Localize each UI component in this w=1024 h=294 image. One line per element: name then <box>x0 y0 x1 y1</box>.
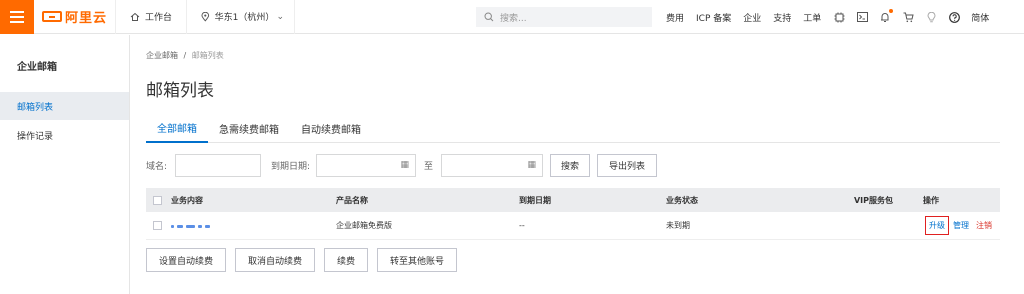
tab-auto-renewal[interactable]: 自动续费邮箱 <box>290 113 372 143</box>
header-business: 业务内容 <box>171 195 203 205</box>
business-content-redacted <box>171 221 336 230</box>
cell-product: 企业邮箱免费版 <box>336 221 392 230</box>
logo-text: 阿里云 <box>65 11 108 26</box>
breadcrumb-separator: / <box>183 51 187 60</box>
header-vip: VIP服务包 <box>853 195 893 205</box>
sidebar-title: 企业邮箱 <box>17 62 57 73</box>
cancel-auto-renewal-button[interactable]: 取消自动续费 <box>235 248 316 272</box>
lightbulb-icon[interactable] <box>925 11 937 23</box>
breadcrumb-root[interactable]: 企业邮箱 <box>146 51 178 60</box>
breadcrumb-current: 邮箱列表 <box>191 51 224 60</box>
tab-all-mailboxes[interactable]: 全部邮箱 <box>146 113 208 143</box>
aliyun-logo-mark <box>42 11 62 22</box>
search-placeholder: 搜索... <box>500 13 527 24</box>
select-all-checkbox[interactable] <box>153 195 162 205</box>
menu-icon[interactable] <box>0 0 34 34</box>
help-icon[interactable] <box>948 11 960 23</box>
set-auto-renewal-button[interactable]: 设置自动续费 <box>146 248 227 272</box>
table-header: 业务内容 产品名称 到期日期 业务状态 VIP服务包 操作 <box>146 188 1000 212</box>
expiry-label: 到期日期: <box>271 161 311 172</box>
tab-urgent-renewal[interactable]: 急需续费邮箱 <box>208 113 290 143</box>
mailbox-table: 业务内容 产品名称 到期日期 业务状态 VIP服务包 操作 企业邮箱免费版 --… <box>146 188 1000 240</box>
workbench-label: 工作台 <box>145 13 173 23</box>
search-input[interactable]: 搜索... <box>476 7 652 27</box>
top-navigation-bar: 阿里云 工作台 华东1（杭州） ⌄ 搜索... 费用 ICP 备案 企业 支持 … <box>0 0 1024 34</box>
nav-billing[interactable]: 费用 <box>666 11 684 24</box>
cell-status: 未到期 <box>666 221 690 230</box>
bulk-actions: 设置自动续费 取消自动续费 续费 转至其他账号 <box>146 248 458 272</box>
cell-expiry: -- <box>519 221 525 230</box>
search-button[interactable]: 搜索 <box>550 153 591 177</box>
notification-dot <box>889 9 894 13</box>
row-checkbox[interactable] <box>153 221 162 230</box>
top-nav-links: 费用 ICP 备案 企业 支持 工单 简体 <box>666 0 1001 34</box>
upgrade-link[interactable]: 升级 <box>925 216 949 235</box>
header-status: 业务状态 <box>666 195 698 205</box>
nav-icp[interactable]: ICP 备案 <box>696 11 731 24</box>
aliyun-logo[interactable]: 阿里云 <box>42 0 116 34</box>
header-actions: 操作 <box>923 195 939 205</box>
cancel-link[interactable]: 注销 <box>976 220 992 231</box>
renew-button[interactable]: 续费 <box>324 248 369 272</box>
sidebar-item-mailbox-list[interactable]: 邮箱列表 <box>0 92 129 120</box>
chevron-down-icon: ⌄ <box>276 11 285 22</box>
search-icon <box>484 12 494 22</box>
table-row: 企业邮箱免费版 -- 未到期 升级 管理 注销 <box>146 212 1000 240</box>
language-switch[interactable]: 简体 <box>971 11 989 24</box>
transfer-account-button[interactable]: 转至其他账号 <box>377 248 458 272</box>
manage-link[interactable]: 管理 <box>953 220 969 231</box>
expiry-start-date-input[interactable]: ▦ <box>316 153 416 177</box>
row-actions: 升级 管理 注销 <box>925 216 992 235</box>
cart-icon[interactable] <box>902 11 914 23</box>
sidebar: 企业邮箱 邮箱列表 操作记录 <box>0 35 130 294</box>
tab-bar: 全部邮箱 急需续费邮箱 自动续费邮箱 <box>146 113 1000 143</box>
workbench-link[interactable]: 工作台 <box>116 0 188 34</box>
page-title: 邮箱列表 <box>146 81 214 101</box>
export-list-button[interactable]: 导出列表 <box>597 153 658 177</box>
sidebar-item-label: 邮箱列表 <box>17 102 54 113</box>
filter-bar: 域名: 到期日期: ▦ 至 ▦ 搜索 导出列表 <box>146 153 658 177</box>
location-icon <box>201 11 210 22</box>
calendar-icon: ▦ <box>400 160 409 170</box>
bell-icon[interactable] <box>879 9 894 23</box>
calendar-icon: ▦ <box>527 160 537 170</box>
terminal-icon[interactable] <box>856 11 868 23</box>
sidebar-item-label: 操作记录 <box>17 131 54 142</box>
cloudshell-icon[interactable] <box>833 11 845 23</box>
region-label: 华东1（杭州） <box>214 13 275 23</box>
region-selector[interactable]: 华东1（杭州） ⌄ <box>187 0 296 34</box>
to-label: 至 <box>424 161 434 172</box>
nav-ticket[interactable]: 工单 <box>803 11 821 24</box>
sidebar-item-operation-log[interactable]: 操作记录 <box>0 121 129 149</box>
home-icon <box>130 12 140 21</box>
header-expiry: 到期日期 <box>519 195 551 205</box>
domain-label: 域名: <box>146 161 168 172</box>
nav-support[interactable]: 支持 <box>773 11 791 24</box>
breadcrumb: 企业邮箱 / 邮箱列表 <box>146 50 224 61</box>
header-product: 产品名称 <box>336 195 368 205</box>
expiry-end-date-input[interactable]: ▦ <box>441 153 544 177</box>
nav-enterprise[interactable]: 企业 <box>743 11 761 24</box>
domain-input[interactable] <box>175 153 261 177</box>
